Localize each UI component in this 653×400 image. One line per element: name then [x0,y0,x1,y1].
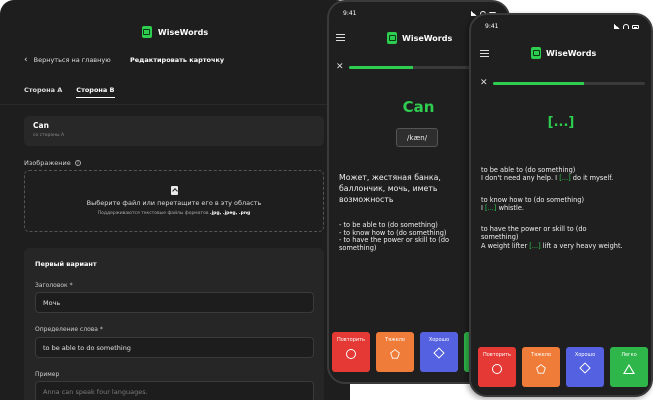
progress-bar [493,82,645,85]
repeat-button[interactable]: Повторить [478,347,516,387]
easy-button[interactable]: Легко [610,347,648,387]
card-word-subtitle: со стороны А [33,133,65,138]
blank-gap: [...] [485,204,497,213]
menu-icon[interactable] [336,34,345,41]
example-input[interactable]: Anna can speak four languages. [35,381,314,400]
example-block-3: to have the power or skill to (do someth… [481,225,651,250]
hard-label: Тяжело [385,337,405,343]
definition-input[interactable]: to be able to do something [35,337,314,358]
repeat-label: Повторить [482,352,512,358]
status-bar: 9:41 [483,23,639,33]
brand-name: WiseWords [157,27,209,37]
blank-gap: [...] [559,174,571,183]
status-time: 9:41 [485,23,499,30]
close-icon[interactable]: ✕ [336,63,344,72]
card-word-blank: [...] [547,115,575,130]
signal-icon [614,24,620,29]
example-block-1: to be able to (do something) I don't nee… [481,166,651,183]
upload-file-icon [170,186,178,195]
card-definition: Может, жестяная банка, баллончик, мочь, … [339,173,441,204]
status-time: 9:41 [343,10,357,17]
hard-button[interactable]: Тяжело [522,347,560,387]
meaning-text: to know how to (do something) [481,196,585,204]
hard-button[interactable]: Тяжело [376,332,414,372]
back-label: Вернуться на главную [33,56,111,64]
logo-icon [531,47,541,59]
meaning-text: to be able to (do something) [481,166,576,174]
dropzone-hint-text: Поддерживаются текстовые файлы форматов [97,211,209,216]
diamond-icon [579,362,591,374]
side-tabs: Сторона А Сторона В [24,86,115,98]
tab-side-a[interactable]: Сторона А [24,86,62,98]
status-icons [614,24,639,29]
tab-side-b[interactable]: Сторона В [76,86,115,98]
tablet-nav: ‹ Вернуться на главную Редактировать кар… [24,56,326,68]
repeat-button[interactable]: Повторить [332,332,370,372]
dropzone-hint: Поддерживаются текстовые файлы форматов … [98,211,251,216]
image-dropzone[interactable]: Выберите файл или перетащите его в эту о… [24,170,324,232]
example-text: I [...] whistle. [481,204,651,212]
example-pre: A weight lifter [481,241,530,250]
close-icon[interactable]: ✕ [480,79,488,88]
diamond-icon [433,347,445,359]
good-label: Хорошо [428,337,450,343]
example-post: whistle. [496,204,524,213]
logo-icon [141,26,152,38]
back-link[interactable]: ‹ Вернуться на главную [24,55,111,65]
stage: WiseWords ‹ Вернуться на главную Редакти… [0,0,653,400]
example-text: A weight lifter [...] lift a very heavy … [481,242,651,250]
progress-fill [349,66,413,69]
tablet-screen: WiseWords ‹ Вернуться на главную Редакти… [0,0,350,400]
example-block-2: to know how to (do something) I [...] wh… [481,196,651,213]
progress-fill [493,82,585,85]
example-post: lift a very heavy weight. [540,241,623,250]
info-icon[interactable]: ? [74,160,81,166]
card-word-field[interactable]: Can со стороны А [24,116,324,146]
circle-icon [492,364,502,374]
example-post: do it myself. [570,174,614,183]
dropzone-text: Выберите файл или перетащите его в эту о… [86,199,262,207]
definition-label: Определение слова * [35,326,103,333]
dropzone-formats: .jpg, .jpeg, .png [209,211,251,216]
battery-icon [632,24,639,29]
chevron-left-icon: ‹ [24,55,28,65]
wifi-icon [623,24,629,29]
easy-label: Легко [621,352,637,358]
variant-panel: Первый вариант Заголовок * Мочь Определе… [24,248,324,400]
brand: WiseWords [0,26,350,38]
good-button[interactable]: Хорошо [420,332,458,372]
card-word-value: Can [33,121,49,130]
example-label: Пример [35,371,60,378]
triangle-icon [623,364,635,374]
page-title: Редактировать карточку [130,56,225,64]
example-pre: I don't need any help. I [481,174,560,183]
phone-card-back: 9:41 WiseWords ✕ [...] to be able to (do… [469,13,653,397]
logo-icon [387,32,397,44]
menu-icon[interactable] [480,50,489,57]
example-text: I don't need any help. I [...] do it mys… [481,174,651,182]
variant-title: Первый вариант [35,260,97,268]
divider [0,104,350,105]
meaning-text-cont: something) [481,233,519,242]
brand-name: WiseWords [546,48,597,58]
brand: WiseWords [387,32,452,44]
circle-icon [346,349,356,359]
pentagon-icon [390,349,400,359]
heading-label: Заголовок * [35,282,73,289]
good-button[interactable]: Хорошо [566,347,604,387]
blank-gap: [...] [529,241,541,250]
good-label: Хорошо [574,352,596,358]
brand-name: WiseWords [402,33,453,43]
repeat-label: Повторить [336,337,366,343]
meaning-text: to have the power or skill to (do [481,225,587,233]
image-label-text: Изображение [24,159,71,167]
answer-buttons: Повторить Тяжело Хорошо Легко [478,347,648,387]
brand: WiseWords [531,47,596,59]
transcription: /kæn/ [396,128,439,147]
image-label: Изображение ? [24,159,81,167]
hard-label: Тяжело [531,352,551,358]
pentagon-icon [536,364,546,374]
heading-input[interactable]: Мочь [35,292,314,313]
